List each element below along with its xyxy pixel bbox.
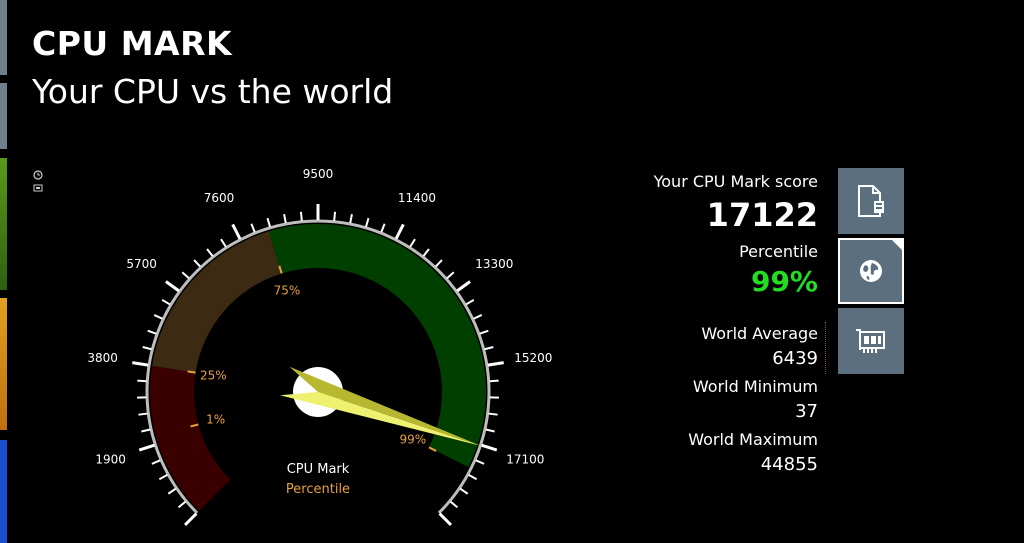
- gauge-band-0: [150, 365, 231, 511]
- world-average-value: 6439: [772, 348, 818, 369]
- edge-strip-gray-2: [0, 83, 7, 149]
- percentile-marker-label: 75%: [274, 284, 301, 298]
- gauge-minor-tick: [475, 459, 485, 465]
- gauge-tick-label: 19000: [453, 539, 491, 540]
- gauge-minor-tick: [485, 428, 495, 433]
- percentile-marker-tick: [187, 370, 196, 374]
- gauge-minor-tick: [181, 271, 190, 280]
- tile-globe[interactable]: [838, 238, 904, 304]
- gauge-minor-tick: [465, 299, 475, 306]
- gauge-minor-tick: [459, 487, 469, 495]
- gauge-major-tick: [184, 512, 198, 526]
- tile-corner-marker: [892, 240, 902, 250]
- gauge-tick-label: 17100: [506, 452, 544, 466]
- gauge-major-tick: [394, 223, 405, 240]
- world-average-label: World Average: [701, 324, 818, 343]
- gauge-minor-tick: [422, 248, 430, 257]
- gauge-minor-tick: [479, 329, 489, 335]
- gauge-minor-tick: [484, 346, 494, 351]
- gauge-minor-tick: [473, 314, 483, 320]
- gauge-center-sublabel: Percentile: [286, 482, 350, 497]
- gauge-minor-tick: [153, 314, 163, 320]
- gauge-tick-label: 5700: [126, 257, 157, 271]
- gauge-minor-tick: [147, 329, 157, 335]
- gauge-minor-tick: [489, 379, 499, 383]
- gauge-tick-label: 13300: [475, 257, 513, 271]
- tile-graphics-card[interactable]: [838, 308, 904, 374]
- gauge-minor-tick: [333, 211, 337, 221]
- gauge-tick-label: 7600: [204, 191, 235, 205]
- gauge-major-tick: [438, 512, 452, 526]
- gauge-major-tick: [138, 443, 155, 452]
- gauge-minor-tick: [365, 217, 370, 228]
- gauge-minor-tick: [161, 299, 171, 306]
- gauge-tick-label: 3800: [87, 351, 118, 365]
- gauge-major-tick: [456, 280, 471, 293]
- page-subtitle: Your CPU vs the world: [32, 72, 394, 111]
- world-maximum-value: 44855: [760, 454, 818, 475]
- gauge-major-tick: [481, 443, 498, 452]
- edge-strip-gray-1: [0, 0, 7, 75]
- gauge-minor-tick: [380, 223, 386, 233]
- percentile-marker-label: 25%: [200, 368, 227, 382]
- gauge-major-tick: [231, 223, 242, 240]
- gauge-minor-tick: [349, 214, 353, 224]
- gauge-minor-tick: [250, 223, 256, 233]
- gauge-major-tick: [487, 361, 504, 367]
- gauge-tick-label: 9500: [303, 167, 334, 181]
- gauge-minor-tick: [206, 248, 214, 257]
- gauge-minor-tick: [468, 473, 478, 481]
- gauge-band-2: [268, 224, 486, 468]
- world-maximum-label: World Maximum: [688, 430, 818, 449]
- divider-line: [825, 322, 826, 374]
- gauge-tick-label: 11400: [398, 191, 436, 205]
- gauge-minor-tick: [488, 412, 498, 416]
- gauge-minor-tick: [266, 217, 271, 228]
- score-label: Your CPU Mark score: [653, 172, 818, 191]
- document-chart-icon: [858, 185, 884, 217]
- globe-icon: [860, 260, 882, 282]
- cpu-mark-gauge: 0 1900 3800 5700 7600 9500 11400 13300 15200 1710…: [87, 167, 552, 540]
- gauge-minor-tick: [167, 487, 177, 495]
- gauge-minor-tick: [158, 473, 168, 481]
- gauge-minor-tick: [299, 211, 303, 221]
- gauge-major-tick: [132, 361, 149, 367]
- gauge-minor-tick: [449, 500, 459, 509]
- percentile-label: Percentile: [739, 242, 818, 261]
- gauge-minor-tick: [141, 428, 151, 433]
- gauge-minor-tick: [435, 259, 443, 268]
- world-minimum-label: World Minimum: [692, 377, 818, 396]
- tile-document-chart[interactable]: [838, 168, 904, 234]
- page-title: CPU MARK: [32, 24, 233, 63]
- percentile-value: 99%: [750, 265, 818, 298]
- gauge-minor-tick: [151, 459, 161, 465]
- gauge-minor-tick: [177, 500, 187, 509]
- world-minimum-value: 37: [795, 401, 818, 422]
- gauge-tick-label: 0: [160, 539, 168, 540]
- gauge-minor-tick: [142, 346, 152, 351]
- gauge-minor-tick: [446, 271, 455, 280]
- percentile-marker-label: 1%: [206, 413, 225, 427]
- gauge-minor-tick: [283, 214, 287, 224]
- score-value: 17122: [706, 196, 818, 234]
- graphics-card-icon: [856, 329, 885, 353]
- gauge-major-tick: [165, 280, 180, 293]
- gauge-tick-label: 15200: [514, 351, 552, 365]
- gauge-minor-tick: [137, 379, 147, 383]
- gauge-center-label: CPU Mark: [287, 462, 350, 477]
- gauge-tick-label: 1900: [95, 452, 126, 466]
- gauge-minor-tick: [193, 259, 201, 268]
- gauge-minor-tick: [220, 238, 227, 248]
- gauge-minor-tick: [409, 238, 416, 248]
- gauge-minor-tick: [138, 412, 148, 416]
- percentile-marker-label: 99%: [400, 432, 427, 446]
